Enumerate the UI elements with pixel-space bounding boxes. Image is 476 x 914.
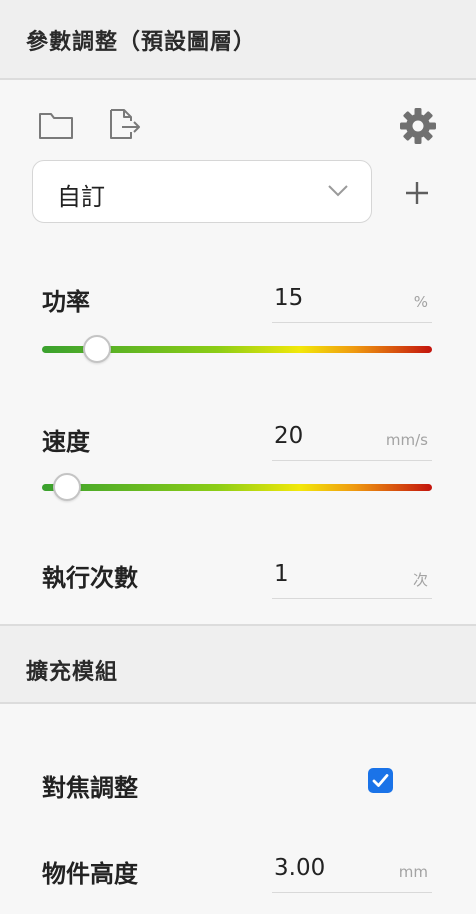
passes-unit: 次 bbox=[412, 571, 428, 589]
power-slider[interactable] bbox=[42, 334, 432, 364]
passes-label: 執行次數 bbox=[42, 564, 138, 592]
power-label: 功率 bbox=[42, 288, 90, 316]
speed-slider[interactable] bbox=[42, 472, 432, 502]
passes-input[interactable]: 1 次 bbox=[272, 557, 432, 599]
power-slider-thumb[interactable] bbox=[82, 335, 111, 363]
object-height-input[interactable]: 3.00 mm bbox=[272, 851, 432, 893]
speed-slider-track[interactable] bbox=[42, 484, 432, 491]
modules-title: 擴充模組 bbox=[26, 660, 119, 685]
modules-header: 擴充模組 bbox=[0, 624, 476, 704]
speed-label: 速度 bbox=[42, 428, 90, 456]
power-value: 15 bbox=[274, 285, 304, 311]
object-height-unit: mm bbox=[398, 863, 428, 881]
focus-checkbox[interactable] bbox=[368, 768, 393, 793]
speed-input[interactable]: 20 mm/s bbox=[272, 419, 432, 461]
object-height-label: 物件高度 bbox=[42, 860, 138, 888]
plus-icon[interactable] bbox=[404, 180, 430, 206]
object-height-value: 3.00 bbox=[274, 855, 326, 881]
file-export-icon[interactable] bbox=[108, 108, 142, 140]
panel-title: 參數調整（預設圖層） bbox=[26, 30, 257, 55]
speed-value: 20 bbox=[274, 423, 304, 449]
speed-slider-thumb[interactable] bbox=[53, 473, 82, 501]
power-input[interactable]: 15 % bbox=[272, 281, 432, 323]
focus-label: 對焦調整 bbox=[42, 774, 138, 802]
chevron-down-icon bbox=[327, 183, 349, 202]
speed-unit: mm/s bbox=[385, 431, 428, 449]
preset-selected-value: 自訂 bbox=[57, 183, 105, 211]
gear-icon[interactable] bbox=[399, 107, 437, 145]
preset-select[interactable]: 自訂 bbox=[32, 160, 372, 223]
parameters-header: 參數調整（預設圖層） bbox=[0, 0, 476, 80]
folder-icon[interactable] bbox=[38, 110, 74, 140]
power-unit: % bbox=[413, 293, 428, 311]
passes-value: 1 bbox=[274, 561, 289, 587]
